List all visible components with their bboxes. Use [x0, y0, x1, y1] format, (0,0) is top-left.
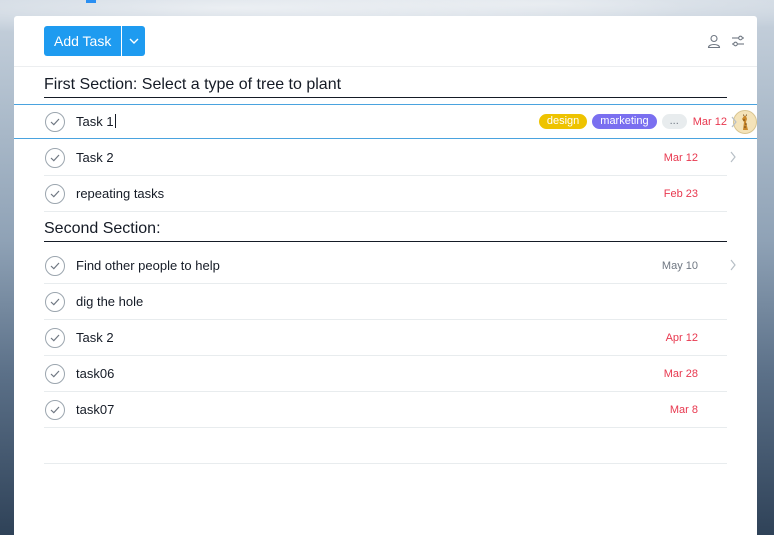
- task-name[interactable]: Task 2: [76, 150, 664, 165]
- section-title[interactable]: Second Section:: [44, 219, 727, 242]
- tag-list: design marketing ...: [538, 114, 687, 129]
- check-icon: [50, 262, 60, 270]
- complete-checkbox[interactable]: [45, 327, 65, 348]
- window-edge-accent: [86, 0, 96, 3]
- tag-marketing[interactable]: marketing: [592, 114, 657, 129]
- list-divider: [44, 463, 727, 464]
- due-date[interactable]: Feb 23: [664, 188, 698, 200]
- chevron-right-icon[interactable]: [729, 259, 737, 271]
- task-row[interactable]: Task 1 design marketing ... Mar 12: [14, 104, 757, 139]
- task-row[interactable]: task06 Mar 28: [44, 356, 727, 392]
- add-task-button[interactable]: Add Task: [44, 26, 122, 56]
- add-task-button-group: Add Task: [44, 26, 146, 56]
- tag-more[interactable]: ...: [661, 114, 687, 129]
- check-icon: [50, 190, 60, 198]
- check-icon: [50, 298, 60, 306]
- filter-sliders-icon[interactable]: [731, 34, 745, 48]
- check-icon: [50, 154, 60, 162]
- task-row[interactable]: Find other people to help May 10: [44, 248, 736, 284]
- task-name[interactable]: task07: [76, 402, 670, 417]
- complete-checkbox[interactable]: [45, 183, 65, 204]
- complete-checkbox[interactable]: [45, 399, 65, 420]
- giraffe-avatar-icon: [742, 113, 748, 130]
- task-row[interactable]: Task 2 Apr 12: [44, 320, 727, 356]
- check-icon: [50, 118, 60, 126]
- task-name[interactable]: dig the hole: [76, 294, 727, 309]
- check-icon: [50, 334, 60, 342]
- task-name[interactable]: Find other people to help: [76, 258, 662, 273]
- task-name[interactable]: Task 2: [76, 330, 666, 345]
- task-row[interactable]: repeating tasks Feb 23: [44, 176, 727, 212]
- task-list-panel: Add Task First Section: Select a type of…: [14, 16, 757, 535]
- task-row[interactable]: task07 Mar 8: [44, 392, 727, 428]
- add-task-dropdown-button[interactable]: [122, 26, 146, 56]
- complete-checkbox[interactable]: [45, 111, 65, 132]
- due-date[interactable]: Mar 12: [664, 152, 698, 164]
- due-date[interactable]: Mar 8: [670, 404, 698, 416]
- due-date[interactable]: May 10: [662, 260, 698, 272]
- due-date[interactable]: Mar 12: [693, 116, 727, 128]
- check-icon: [50, 406, 60, 414]
- due-date[interactable]: Mar 28: [664, 368, 698, 380]
- chevron-right-icon[interactable]: [729, 151, 737, 163]
- person-icon[interactable]: [707, 34, 721, 48]
- complete-checkbox[interactable]: [45, 363, 65, 384]
- complete-checkbox[interactable]: [45, 255, 65, 276]
- task-name-input[interactable]: Task 1: [76, 114, 539, 129]
- due-date[interactable]: Apr 12: [666, 332, 698, 344]
- task-name[interactable]: task06: [76, 366, 664, 381]
- toolbar: Add Task: [14, 16, 757, 67]
- section-title[interactable]: First Section: Select a type of tree to …: [44, 75, 727, 98]
- text-caret: [114, 114, 116, 128]
- chevron-right-icon[interactable]: [730, 116, 738, 128]
- chevron-down-icon: [129, 38, 139, 44]
- check-icon: [50, 370, 60, 378]
- complete-checkbox[interactable]: [45, 147, 65, 168]
- complete-checkbox[interactable]: [45, 291, 65, 312]
- task-row[interactable]: Task 2 Mar 12: [44, 140, 736, 176]
- task-row[interactable]: dig the hole: [44, 284, 727, 320]
- tag-design[interactable]: design: [538, 114, 588, 129]
- task-name[interactable]: repeating tasks: [76, 186, 664, 201]
